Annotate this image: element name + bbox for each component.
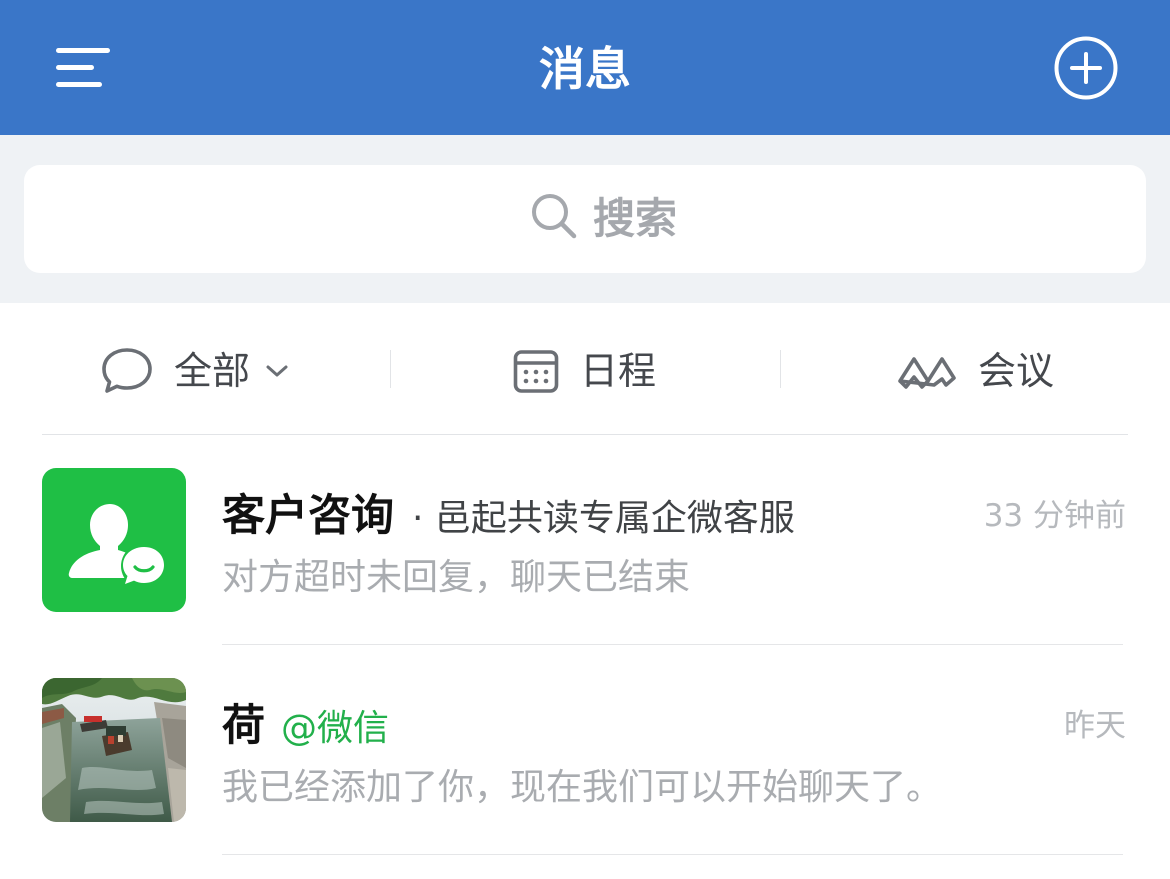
- filter-all-label: 全部: [174, 349, 251, 393]
- conversation-subtitle: · 邑起共读专属企微客服: [412, 498, 795, 539]
- avatar-photo: [42, 678, 186, 822]
- filter-all[interactable]: 全部: [100, 343, 290, 399]
- plus-circle-icon[interactable]: [1053, 35, 1119, 101]
- filter-separator: [780, 350, 781, 388]
- river-photo: [42, 678, 186, 822]
- conversation-title: 客户咨询 · 邑起共读专属企微客服: [222, 487, 795, 545]
- conversation-preview: 对方超时未回复，聊天已结束: [222, 557, 691, 598]
- conversation-name: 客户咨询: [222, 491, 394, 541]
- filter-bar: 全部 日程 会议: [0, 303, 1170, 435]
- filter-meeting[interactable]: 会议: [896, 343, 1054, 399]
- conversation-time: 33 分钟前: [983, 498, 1126, 534]
- filter-schedule-label: 日程: [580, 349, 657, 393]
- chat-bubble-icon: [102, 348, 152, 393]
- filter-schedule[interactable]: 日程: [512, 343, 656, 399]
- wechat-tag: @微信: [281, 708, 390, 749]
- page-title: 消息: [539, 42, 631, 96]
- search-icon: [532, 194, 577, 239]
- search-placeholder: 搜索: [593, 194, 678, 243]
- search-input[interactable]: 搜索: [24, 165, 1146, 273]
- conversation-name: 荷: [222, 701, 265, 751]
- search-area: 搜索: [0, 135, 1170, 303]
- conversation-item[interactable]: 荷 @微信 昨天 我已经添加了你，现在我们可以开始聊天了。: [0, 645, 1170, 855]
- conversation-title: 荷 @微信: [222, 697, 389, 755]
- top-bar: 消息: [0, 0, 1170, 135]
- contact-chat-icon: [68, 504, 167, 589]
- list-divider: [222, 854, 1123, 855]
- conversation-time: 昨天: [1064, 708, 1126, 744]
- filter-meeting-label: 会议: [978, 349, 1055, 393]
- conversation-preview: 我已经添加了你，现在我们可以开始聊天了。: [222, 767, 943, 808]
- chevron-down-icon[interactable]: [264, 361, 290, 381]
- calendar-icon: [513, 350, 559, 393]
- conversation-item[interactable]: 客户咨询 · 邑起共读专属企微客服 33 分钟前 对方超时未回复，聊天已结束: [0, 435, 1170, 645]
- customer-service-icon: [42, 468, 186, 612]
- meeting-icon: [898, 357, 956, 389]
- filter-separator: [390, 350, 391, 388]
